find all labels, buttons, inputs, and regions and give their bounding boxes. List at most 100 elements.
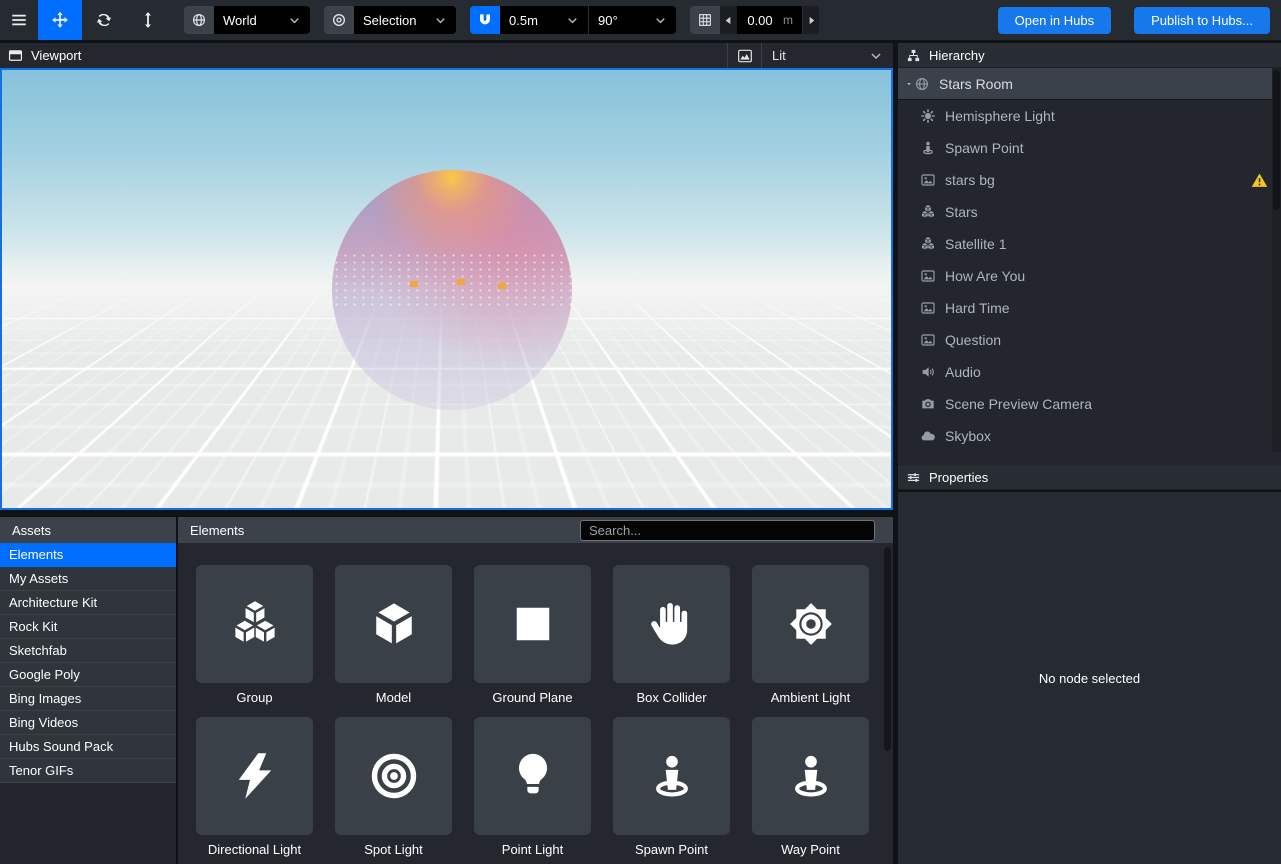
- spawn-point-icon: [920, 140, 936, 156]
- caret-right-icon[interactable]: [898, 239, 918, 249]
- hierarchy-item-audio[interactable]: Audio: [898, 356, 1281, 388]
- snap-translate-select[interactable]: 0.5m: [500, 6, 588, 34]
- rotate-tool-button[interactable]: [82, 0, 126, 40]
- asset-tile-model[interactable]: Model: [335, 565, 452, 705]
- asset-tile-point-light[interactable]: Point Light: [474, 717, 591, 857]
- hierarchy-item-stars-room[interactable]: Stars Room: [898, 68, 1281, 100]
- grid-increment-button[interactable]: [802, 6, 819, 34]
- viewport-header-right: Lit: [727, 43, 893, 68]
- asset-category-tenor-gifs[interactable]: Tenor GIFs: [0, 759, 176, 783]
- group-icon: [920, 236, 936, 252]
- asset-tile-way-point[interactable]: Way Point: [752, 717, 869, 857]
- hierarchy-item-stars-bg[interactable]: stars bg: [898, 164, 1281, 196]
- viewport-canvas[interactable]: [LMB] Orbit / Select | [MMB] Pan | [RMB]…: [0, 68, 893, 510]
- asset-tile-label: Way Point: [752, 842, 869, 857]
- asset-tile-label: Group: [196, 690, 313, 705]
- assets-scrollbar-thumb[interactable]: [884, 547, 891, 751]
- magnet-icon[interactable]: [470, 6, 500, 34]
- hamburger-menu-button[interactable]: [0, 0, 38, 40]
- grid-height-group: m: [690, 6, 819, 34]
- snap-rotate-value: 90°: [598, 13, 618, 28]
- hierarchy-item-label: stars bg: [945, 172, 995, 188]
- grid-height-input[interactable]: [737, 6, 783, 34]
- asset-tile-label: Spawn Point: [613, 842, 730, 857]
- snap-rotate-select[interactable]: 90°: [588, 6, 676, 34]
- translate-tool-button[interactable]: [38, 0, 82, 40]
- asset-tiles: Group Model Ground Plane Box Collider Am…: [178, 543, 893, 864]
- snap-group: 0.5m 90°: [470, 6, 676, 34]
- cube-icon: [368, 598, 420, 650]
- hierarchy-item-label: Satellite 1: [945, 236, 1006, 252]
- hierarchy-item-spawn-point[interactable]: Spawn Point: [898, 132, 1281, 164]
- bolt-icon: [229, 750, 281, 802]
- scene-sprite-marker[interactable]: [498, 283, 506, 289]
- hierarchy-tree: Stars Room Hemisphere Light Spawn Point …: [898, 68, 1281, 465]
- hierarchy-item-hard-time[interactable]: Hard Time: [898, 292, 1281, 324]
- transform-space-group: World: [184, 6, 310, 34]
- sitemap-icon: [906, 48, 921, 63]
- hierarchy-item-label: Stars Room: [939, 76, 1013, 92]
- transform-pivot-group: Selection: [324, 6, 456, 34]
- open-in-hubs-button[interactable]: Open in Hubs: [998, 7, 1112, 34]
- person-ring-icon: [646, 750, 698, 802]
- hierarchy-item-scene-preview-camera[interactable]: Scene Preview Camera: [898, 388, 1281, 420]
- asset-tile-label: Ambient Light: [752, 690, 869, 705]
- caret-right-icon[interactable]: [898, 207, 918, 217]
- hierarchy-item-satellite-1[interactable]: Satellite 1: [898, 228, 1281, 260]
- asset-tile-ambient-light[interactable]: Ambient Light: [752, 565, 869, 705]
- scene-sprite-marker[interactable]: [457, 279, 465, 285]
- asset-tile-label: Spot Light: [335, 842, 452, 857]
- asset-tile-directional-light[interactable]: Directional Light: [196, 717, 313, 857]
- assets-browser: Elements Group Model Ground Plane Box Co…: [178, 517, 893, 864]
- hierarchy-scrollbar-track[interactable]: [1272, 68, 1281, 452]
- skybox-sphere[interactable]: [332, 170, 572, 410]
- asset-category-bing-images[interactable]: Bing Images: [0, 687, 176, 711]
- hierarchy-item-label: Scene Preview Camera: [945, 396, 1092, 412]
- render-mode-select[interactable]: Lit: [761, 43, 893, 68]
- asset-category-elements[interactable]: Elements: [0, 543, 176, 567]
- asset-category-architecture-kit[interactable]: Architecture Kit: [0, 591, 176, 615]
- asset-category-rock-kit[interactable]: Rock Kit: [0, 615, 176, 639]
- stats-toggle-button[interactable]: [727, 43, 761, 68]
- hierarchy-scrollbar-thumb[interactable]: [1273, 70, 1280, 210]
- left-column: Viewport Lit [LMB] Orbit / Select | [MMB…: [0, 43, 893, 864]
- scene-sprite-marker[interactable]: [410, 281, 418, 287]
- chevron-down-icon: [288, 14, 301, 27]
- audio-icon: [920, 364, 936, 380]
- asset-tile-group[interactable]: Group: [196, 565, 313, 705]
- chevron-down-icon: [869, 49, 883, 63]
- hierarchy-item-question[interactable]: Question: [898, 324, 1281, 356]
- hierarchy-item-skybox[interactable]: Skybox: [898, 420, 1281, 452]
- right-column: Hierarchy Stars Room Hemisphere Light Sp…: [893, 43, 1281, 864]
- assets-nav: Assets Elements My Assets Architecture K…: [0, 517, 178, 864]
- hierarchy-item-hemisphere-light[interactable]: Hemisphere Light: [898, 100, 1281, 132]
- bullseye-icon: [368, 750, 420, 802]
- hierarchy-item-stars[interactable]: Stars: [898, 196, 1281, 228]
- asset-tile-spot-light[interactable]: Spot Light: [335, 717, 452, 857]
- publish-to-hubs-button[interactable]: Publish to Hubs...: [1134, 7, 1270, 34]
- grid-decrement-button[interactable]: [720, 6, 737, 34]
- scale-icon: [139, 11, 157, 29]
- hierarchy-header: Hierarchy: [898, 43, 1281, 68]
- target-icon: [324, 6, 354, 34]
- spoke-editor: World Selection 0.5m 90°: [0, 0, 1281, 864]
- asset-category-my-assets[interactable]: My Assets: [0, 567, 176, 591]
- asset-category-hubs-sound-pack[interactable]: Hubs Sound Pack: [0, 735, 176, 759]
- transform-space-select[interactable]: World: [214, 6, 310, 34]
- hierarchy-item-how-are-you[interactable]: How Are You: [898, 260, 1281, 292]
- asset-tile-label: Ground Plane: [474, 690, 591, 705]
- scale-tool-button[interactable]: [126, 0, 170, 40]
- grid-icon: [690, 6, 720, 34]
- asset-tile-box-collider[interactable]: Box Collider: [613, 565, 730, 705]
- asset-category-google-poly[interactable]: Google Poly: [0, 663, 176, 687]
- transform-pivot-select[interactable]: Selection: [354, 6, 456, 34]
- search-input[interactable]: [580, 520, 875, 541]
- square-icon: [507, 598, 559, 650]
- asset-tile-label: Directional Light: [196, 842, 313, 857]
- asset-category-sketchfab[interactable]: Sketchfab: [0, 639, 176, 663]
- caret-down-icon[interactable]: [898, 79, 912, 89]
- asset-category-bing-videos[interactable]: Bing Videos: [0, 711, 176, 735]
- asset-tile-ground-plane[interactable]: Ground Plane: [474, 565, 591, 705]
- render-mode-value: Lit: [772, 48, 786, 63]
- asset-tile-spawn-point[interactable]: Spawn Point: [613, 717, 730, 857]
